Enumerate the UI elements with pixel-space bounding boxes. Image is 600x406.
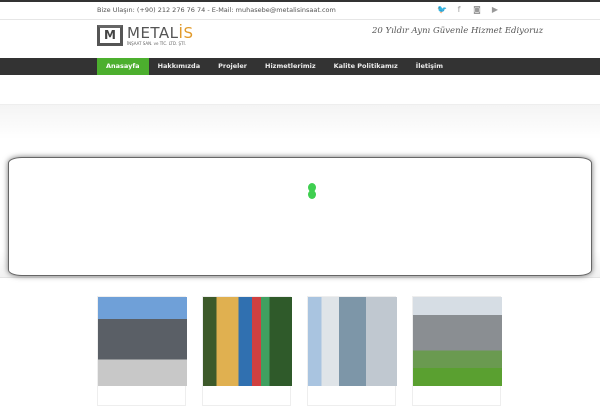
- nav-kalite-politikamiz[interactable]: Kalite Politikamız: [325, 58, 407, 75]
- project-image[interactable]: [203, 297, 292, 386]
- logo-mark: M: [97, 25, 123, 46]
- project-image[interactable]: [98, 297, 187, 386]
- project-card[interactable]: [307, 296, 397, 406]
- nav-iletisim[interactable]: İletişim: [407, 58, 452, 75]
- project-card[interactable]: [97, 296, 187, 406]
- project-card[interactable]: [412, 296, 502, 406]
- tagline: 20 Yıldır Aynı Güvenle Hizmet Ediyoruz: [372, 26, 544, 36]
- project-image[interactable]: [308, 297, 397, 386]
- nav-hakkimizda[interactable]: Hakkımızda: [149, 58, 210, 75]
- project-image[interactable]: [413, 297, 502, 386]
- nav-anasayfa[interactable]: Anasayfa: [97, 58, 149, 75]
- logo-subtitle: İNŞAAT SAN. ve TİC. LTD. ŞTİ.: [127, 40, 186, 46]
- twitter-icon[interactable]: 🐦: [437, 5, 447, 14]
- social-links: 🐦 f ◙ ▶: [437, 5, 499, 14]
- logo[interactable]: M METALİS İNŞAAT SAN. ve TİC. LTD. ŞTİ.: [97, 25, 194, 46]
- slider[interactable]: [8, 157, 592, 276]
- project-card[interactable]: [202, 296, 292, 406]
- instagram-icon[interactable]: ◙: [473, 5, 481, 14]
- main-nav: Anasayfa Hakkımızda Projeler Hizmetlerim…: [0, 58, 600, 75]
- project-cards: [97, 296, 502, 406]
- youtube-icon[interactable]: ▶: [491, 5, 499, 14]
- facebook-icon[interactable]: f: [455, 5, 463, 14]
- contact-info: Bize Ulaşın: (+90) 212 276 76 74 - E-Mai…: [97, 6, 336, 14]
- nav-hizmetlerimiz[interactable]: Hizmetlerimiz: [256, 58, 325, 75]
- nav-projeler[interactable]: Projeler: [209, 58, 256, 75]
- loading-spinner-icon: [308, 183, 316, 199]
- top-bar: Bize Ulaşın: (+90) 212 276 76 74 - E-Mai…: [0, 2, 600, 20]
- logo-name: METALİS: [127, 23, 194, 42]
